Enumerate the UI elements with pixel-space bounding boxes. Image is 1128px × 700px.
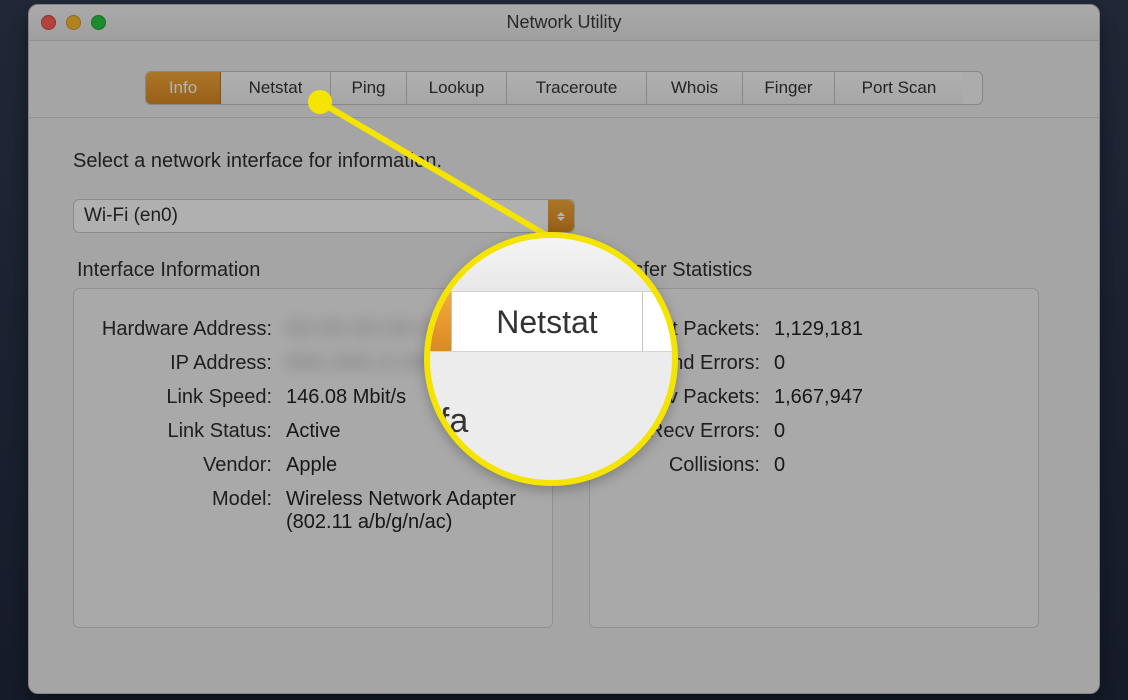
select-arrow-icon bbox=[548, 200, 574, 232]
instruction-text: Select a network interface for informati… bbox=[73, 150, 1049, 173]
zoom-titlebar bbox=[424, 232, 678, 292]
model-label: Model: bbox=[94, 488, 272, 534]
ip-label: IP Address: bbox=[94, 352, 272, 375]
vendor-value: Apple bbox=[286, 454, 337, 477]
tab-whois[interactable]: Whois bbox=[647, 72, 743, 104]
rerr-value: 0 bbox=[774, 420, 785, 443]
hw-addr-label: Hardware Address: bbox=[94, 318, 272, 341]
zoom-inner: o Netstat rk interfa bbox=[424, 232, 678, 441]
traffic-lights bbox=[41, 15, 106, 30]
window-title: Network Utility bbox=[506, 12, 621, 33]
tab-finger[interactable]: Finger bbox=[743, 72, 835, 104]
interface-select-value: Wi-Fi (en0) bbox=[84, 205, 178, 227]
status-value: Active bbox=[286, 420, 340, 443]
tabbar-container: Info Netstat Ping Lookup Traceroute Whoi… bbox=[29, 41, 1099, 118]
recv-value: 1,667,947 bbox=[774, 386, 863, 409]
ip-value: 000.000.0.000 bbox=[286, 352, 440, 375]
zoom-tabbar: o Netstat bbox=[424, 292, 678, 352]
status-label: Link Status: bbox=[94, 420, 272, 443]
coll-label: Collisions: bbox=[610, 454, 760, 477]
tab-traceroute[interactable]: Traceroute bbox=[507, 72, 647, 104]
zoom-instruction-fragment: rk interfa bbox=[424, 352, 678, 441]
zoom-tab-netstat: Netstat bbox=[452, 292, 643, 351]
vendor-label: Vendor: bbox=[94, 454, 272, 477]
speed-value: 146.08 Mbit/s bbox=[286, 386, 406, 409]
tab-info[interactable]: Info bbox=[146, 72, 221, 104]
sent-value: 1,129,181 bbox=[774, 318, 863, 341]
zoom-icon[interactable] bbox=[91, 15, 106, 30]
coll-value: 0 bbox=[774, 454, 785, 477]
model-value: Wireless Network Adapter (802.11 a/b/g/n… bbox=[286, 488, 526, 534]
interface-select[interactable]: Wi-Fi (en0) bbox=[73, 199, 575, 233]
speed-label: Link Speed: bbox=[94, 386, 272, 409]
tabbar: Info Netstat Ping Lookup Traceroute Whoi… bbox=[145, 71, 983, 105]
tab-lookup[interactable]: Lookup bbox=[407, 72, 507, 104]
tab-netstat[interactable]: Netstat bbox=[221, 72, 331, 104]
serr-value: 0 bbox=[774, 352, 785, 375]
zoom-callout: o Netstat rk interfa bbox=[424, 232, 678, 486]
tab-portscan[interactable]: Port Scan bbox=[835, 72, 963, 104]
titlebar: Network Utility bbox=[29, 5, 1099, 41]
tab-ping[interactable]: Ping bbox=[331, 72, 407, 104]
close-icon[interactable] bbox=[41, 15, 56, 30]
minimize-icon[interactable] bbox=[66, 15, 81, 30]
